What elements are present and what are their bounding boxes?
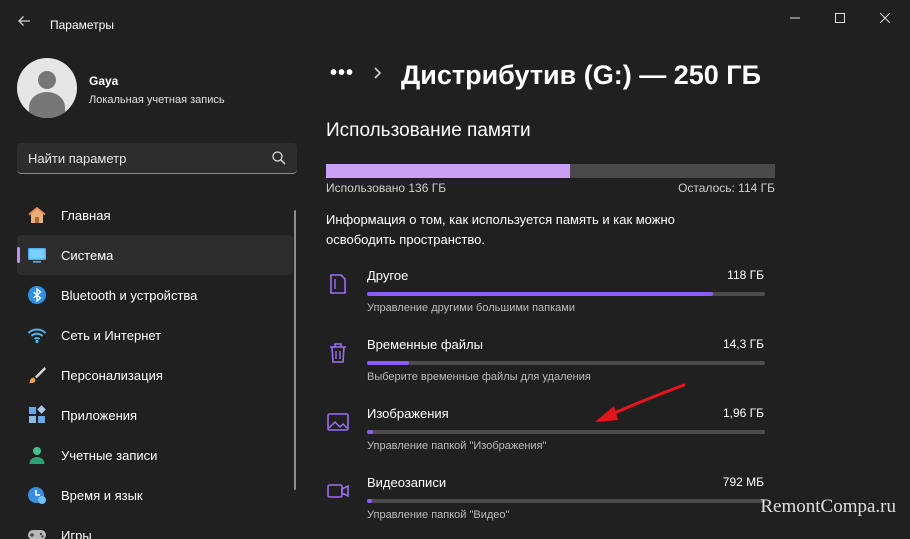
video-icon bbox=[327, 484, 349, 498]
gaming-icon bbox=[28, 530, 46, 539]
category-size: 792 МБ bbox=[722, 475, 764, 489]
category-desc: Управление папкой "Видео" bbox=[367, 509, 510, 521]
category-desc: Выберите временные файлы для удаления bbox=[367, 371, 591, 383]
category-name: Временные файлы bbox=[367, 337, 483, 352]
category-name: Другое bbox=[367, 268, 409, 283]
sidebar-item-accounts[interactable]: Учетные записи bbox=[17, 435, 293, 475]
sidebar-item-label: Учетные записи bbox=[61, 447, 158, 463]
maximize-icon bbox=[835, 13, 845, 23]
category-desc: Управление папкой "Изображения" bbox=[367, 440, 547, 452]
document-icon bbox=[330, 274, 346, 294]
category-size: 14,3 ГБ bbox=[722, 337, 764, 351]
sidebar-item-label: Сеть и Интернет bbox=[61, 327, 162, 343]
maximize-button[interactable] bbox=[817, 4, 863, 32]
minimize-button[interactable] bbox=[772, 4, 818, 32]
category-bar bbox=[367, 292, 765, 296]
app-title: Параметры bbox=[50, 18, 114, 32]
sidebar-item-system[interactable]: Система bbox=[17, 235, 293, 275]
time-language-icon bbox=[28, 487, 46, 504]
accounts-icon bbox=[29, 447, 45, 464]
wifi-icon bbox=[27, 328, 47, 344]
category-bar-fill bbox=[367, 499, 372, 503]
sidebar-item-label: Главная bbox=[61, 207, 111, 223]
sidebar-item-label: Система bbox=[61, 247, 114, 263]
home-icon bbox=[28, 206, 46, 223]
sidebar-item-time-language[interactable]: Время и язык bbox=[17, 475, 293, 515]
apps-icon bbox=[29, 405, 46, 423]
search-icon[interactable] bbox=[271, 150, 287, 166]
system-icon bbox=[28, 248, 46, 263]
usage-bar bbox=[326, 164, 775, 178]
search-input[interactable]: Найти параметр bbox=[17, 143, 297, 174]
close-button[interactable] bbox=[862, 4, 908, 32]
category-name: Видеозаписи bbox=[367, 475, 447, 490]
user-name: Gaya bbox=[89, 74, 119, 88]
sidebar-item-label: Приложения bbox=[61, 407, 138, 423]
page-title: Дистрибутив (G:) — 250 ГБ bbox=[401, 60, 761, 90]
category-bar bbox=[367, 430, 765, 434]
category-videos[interactable]: Видеозаписи 792 МБ Управление папкой "Ви… bbox=[326, 475, 766, 535]
category-bar bbox=[367, 499, 765, 503]
sidebar-item-label: Время и язык bbox=[61, 487, 143, 503]
sidebar-item-label: Bluetooth и устройства bbox=[61, 287, 198, 303]
avatar-head bbox=[38, 71, 56, 89]
usage-bar-fill bbox=[326, 164, 571, 178]
brush-icon bbox=[29, 367, 46, 384]
category-other[interactable]: Другое 118 ГБ Управление другими большим… bbox=[326, 268, 766, 328]
section-title: Использование памяти bbox=[326, 120, 531, 141]
free-label: Осталось: 114 ГБ bbox=[678, 181, 775, 195]
sidebar-item-network[interactable]: Сеть и Интернет bbox=[17, 315, 293, 355]
avatar-body bbox=[29, 92, 65, 118]
back-button[interactable] bbox=[10, 8, 38, 34]
sidebar-scrollbar[interactable] bbox=[294, 210, 296, 490]
category-size: 118 ГБ bbox=[727, 268, 764, 282]
category-desc: Управление другими большими папками bbox=[367, 302, 576, 314]
category-size: 1,96 ГБ bbox=[722, 406, 764, 420]
category-bar-fill bbox=[367, 430, 373, 434]
category-bar-fill bbox=[367, 292, 714, 296]
watermark: RemontCompa.ru bbox=[760, 496, 896, 517]
sidebar-item-personalization[interactable]: Персонализация bbox=[17, 355, 293, 395]
sidebar-item-home[interactable]: Главная bbox=[17, 195, 293, 235]
sidebar-item-bluetooth[interactable]: Bluetooth и устройства bbox=[17, 275, 293, 315]
sidebar-nav: Главная Система Bluetooth и устройства С… bbox=[17, 195, 293, 539]
sidebar-item-label: Игры bbox=[61, 527, 92, 539]
category-bar bbox=[367, 361, 765, 365]
used-label: Использовано 136 ГБ bbox=[326, 181, 447, 195]
sidebar-item-label: Персонализация bbox=[61, 367, 163, 383]
category-temp-files[interactable]: Временные файлы 14,3 ГБ Выберите временн… bbox=[326, 337, 766, 397]
red-arrow-annotation bbox=[595, 383, 686, 422]
bluetooth-icon bbox=[28, 286, 46, 304]
account-type: Локальная учетная запись bbox=[89, 94, 225, 106]
minimize-icon bbox=[790, 17, 800, 19]
title-bar: Параметры bbox=[0, 0, 910, 40]
sidebar-item-gaming[interactable]: Игры bbox=[17, 515, 293, 539]
info-text: Информация о том, как используется памят… bbox=[326, 212, 675, 247]
breadcrumb-more-button[interactable]: ••• bbox=[330, 62, 354, 85]
category-images[interactable]: Изображения 1,96 ГБ Управление папкой "И… bbox=[326, 406, 766, 466]
sidebar-item-apps[interactable]: Приложения bbox=[17, 395, 293, 435]
category-bar-fill bbox=[367, 361, 409, 365]
back-arrow-icon bbox=[18, 16, 30, 26]
chevron-right-icon bbox=[374, 67, 382, 79]
search-placeholder: Найти параметр bbox=[28, 151, 127, 166]
avatar[interactable] bbox=[17, 58, 77, 118]
trash-icon bbox=[330, 343, 346, 363]
image-icon bbox=[327, 413, 349, 431]
category-name: Изображения bbox=[367, 406, 449, 421]
breadcrumb-separator bbox=[373, 66, 383, 83]
close-icon bbox=[880, 13, 890, 23]
